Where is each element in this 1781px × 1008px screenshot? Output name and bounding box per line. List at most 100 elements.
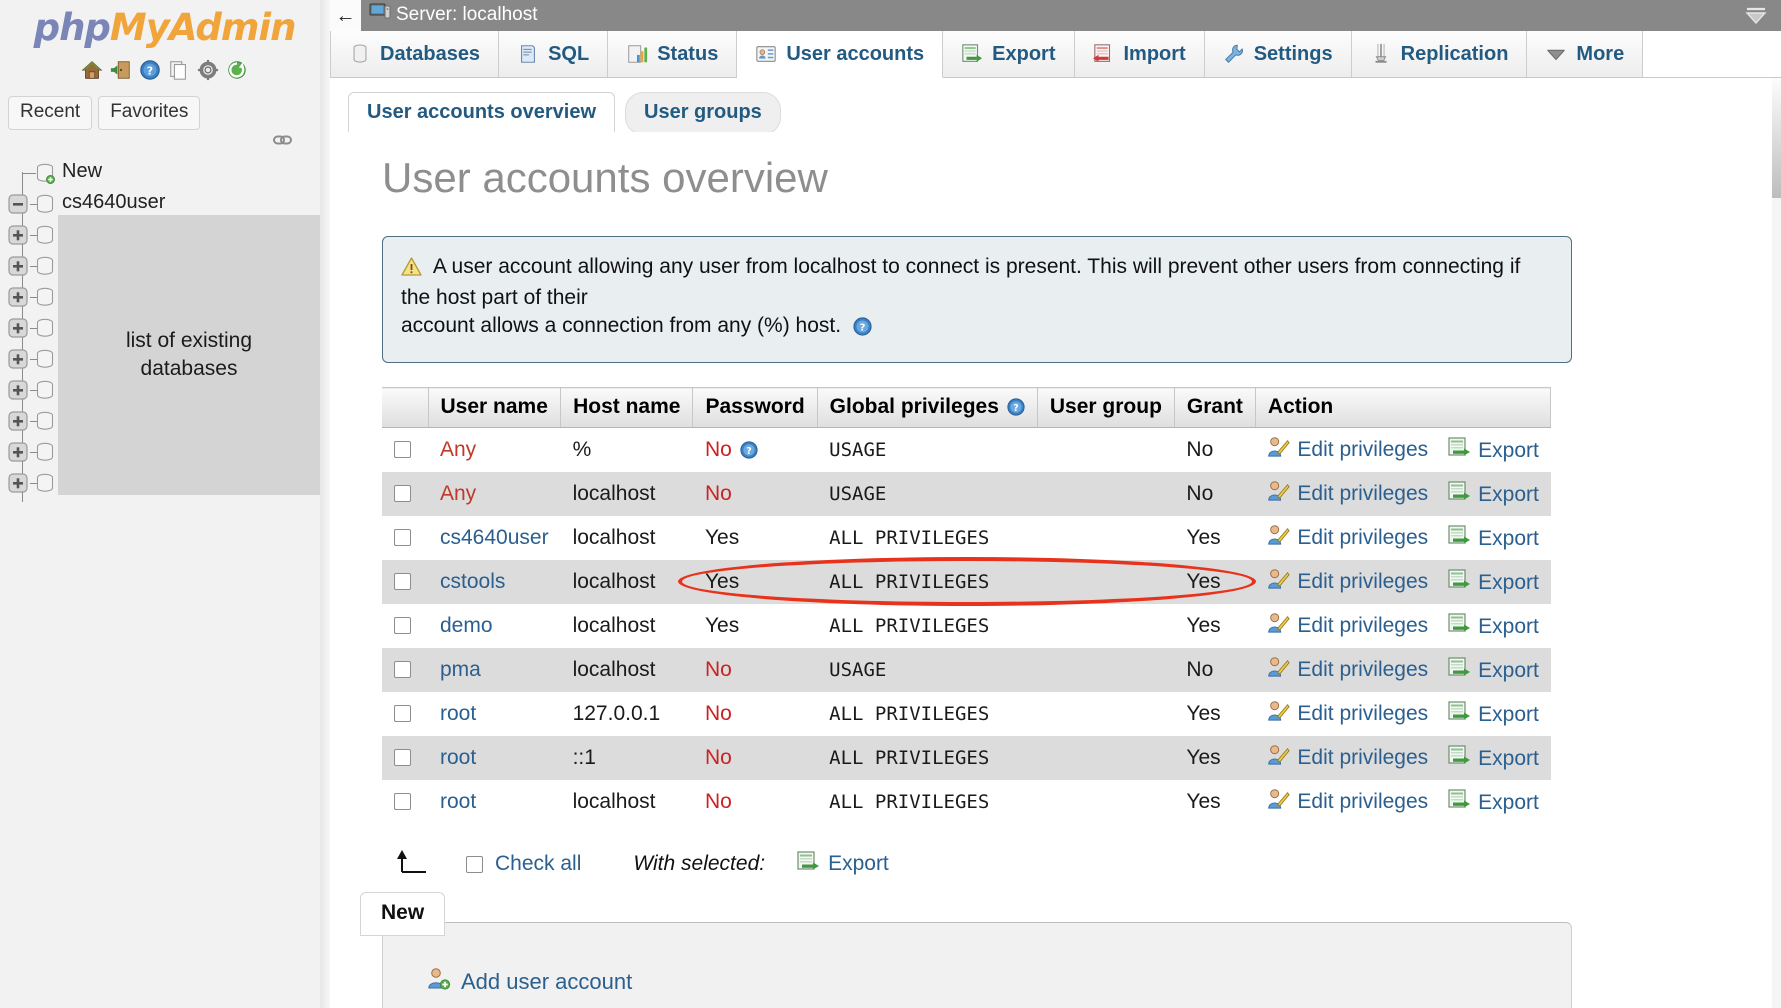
tree-item-new[interactable]: New: [0, 158, 330, 189]
expand-toggle-icon[interactable]: [8, 256, 28, 281]
user-name-link[interactable]: cstools: [440, 570, 505, 593]
row-checkbox[interactable]: [394, 793, 411, 811]
table-row[interactable]: root localhost No ALL PRIVILEGES Yes Edit pri…: [382, 780, 1551, 825]
docs-icon[interactable]: [168, 59, 190, 81]
check-all-checkbox[interactable]: [466, 855, 483, 873]
row-checkbox[interactable]: [394, 749, 411, 767]
tab-user-accounts[interactable]: User accounts: [737, 31, 944, 78]
new-tab-label[interactable]: New: [360, 892, 446, 937]
edit-privileges-link[interactable]: Edit privileges: [1267, 480, 1428, 508]
tab-sql[interactable]: SQL: [499, 31, 609, 77]
table-row[interactable]: pma localhost No USAGE No Edit privileges Expo…: [382, 648, 1551, 693]
table-row[interactable]: Any localhost No USAGE No Edit privileges Expo…: [382, 472, 1551, 517]
row-checkbox[interactable]: [394, 661, 411, 679]
tab-replication[interactable]: Replication: [1351, 31, 1528, 77]
collapse-toggle-icon[interactable]: [8, 194, 28, 219]
help-icon[interactable]: ?: [853, 317, 872, 341]
user-name-link[interactable]: root: [440, 702, 476, 725]
row-checkbox[interactable]: [394, 441, 411, 459]
row-checkbox[interactable]: [394, 529, 411, 547]
expand-toggle-icon[interactable]: [8, 225, 28, 250]
cell-user-name[interactable]: root: [428, 692, 561, 736]
table-row[interactable]: cstools localhost Yes ALL PRIVILEGES Yes Edit…: [382, 560, 1551, 605]
collapse-navigation-icon[interactable]: [1743, 2, 1769, 33]
tab-export[interactable]: Export: [943, 31, 1075, 77]
tab-databases[interactable]: Databases: [330, 31, 500, 77]
tab-more[interactable]: More: [1527, 31, 1644, 77]
edit-privileges-link[interactable]: Edit privileges: [1267, 656, 1428, 684]
row-checkbox[interactable]: [394, 573, 411, 591]
tab-settings[interactable]: Settings: [1204, 31, 1352, 77]
edit-privileges-link[interactable]: Edit privileges: [1267, 568, 1428, 596]
help-icon[interactable]: ?: [732, 438, 758, 461]
sidebar-scrollbar[interactable]: [320, 0, 330, 1008]
page-scrollbar-track[interactable]: [1772, 78, 1781, 1008]
edit-privileges-link[interactable]: Edit privileges: [1267, 700, 1428, 728]
user-name-link[interactable]: pma: [440, 658, 481, 681]
edit-privileges-link[interactable]: Edit privileges: [1267, 524, 1428, 552]
cell-user-name[interactable]: cstools: [428, 560, 561, 604]
table-row[interactable]: root 127.0.0.1 No ALL PRIVILEGES Yes Edit pri…: [382, 692, 1551, 737]
back-button[interactable]: ←: [330, 0, 361, 31]
user-name-link[interactable]: root: [440, 790, 476, 813]
subtab-user-groups[interactable]: User groups: [625, 92, 781, 135]
link-chain-icon[interactable]: [273, 133, 293, 151]
export-row-link[interactable]: Export: [1448, 701, 1539, 728]
row-checkbox[interactable]: [394, 485, 411, 503]
cell-user-name[interactable]: cs4640user: [428, 516, 561, 560]
expand-toggle-icon[interactable]: [8, 411, 28, 436]
user-name-link[interactable]: root: [440, 746, 476, 769]
export-row-link[interactable]: Export: [1448, 613, 1539, 640]
export-selected-button[interactable]: Export: [797, 851, 889, 878]
user-name-link[interactable]: cs4640user: [440, 526, 549, 549]
help-icon[interactable]: ?: [999, 395, 1025, 418]
expand-toggle-icon[interactable]: [8, 380, 28, 405]
export-row-link[interactable]: Export: [1448, 525, 1539, 552]
tab-status[interactable]: Status: [608, 31, 738, 77]
export-row-link[interactable]: Export: [1448, 657, 1539, 684]
expand-toggle-icon[interactable]: [8, 287, 28, 312]
expand-toggle-icon[interactable]: [8, 349, 28, 374]
user-name-link[interactable]: Any: [440, 482, 476, 505]
help-icon[interactable]: ?: [139, 59, 161, 81]
edit-privileges-link[interactable]: Edit privileges: [1267, 612, 1428, 640]
edit-privileges-link[interactable]: Edit privileges: [1267, 744, 1428, 772]
page-scrollbar-thumb[interactable]: [1772, 78, 1781, 198]
reload-icon[interactable]: [226, 59, 248, 81]
subtab-user-accounts-overview[interactable]: User accounts overview: [348, 92, 615, 135]
check-all-label[interactable]: Check all: [495, 852, 581, 876]
cell-user-name[interactable]: root: [428, 736, 561, 780]
select-all-arrow-icon[interactable]: [396, 848, 432, 880]
recent-tab[interactable]: Recent: [8, 96, 93, 130]
edit-privileges-link[interactable]: Edit privileges: [1267, 788, 1428, 816]
export-row-link[interactable]: Export: [1448, 437, 1539, 464]
cell-user-name[interactable]: Any: [428, 428, 561, 473]
export-row-link[interactable]: Export: [1448, 745, 1539, 772]
phpmyadmin-logo[interactable]: phpMyAdmin: [0, 0, 329, 49]
table-row[interactable]: Any% No? USAGE No Edit privileges Export: [382, 427, 1551, 473]
user-name-link[interactable]: demo: [440, 614, 493, 637]
cell-user-name[interactable]: root: [428, 780, 561, 824]
add-user-account-link[interactable]: Add user account: [427, 967, 632, 996]
settings-icon[interactable]: [197, 59, 219, 81]
table-row[interactable]: cs4640user localhost Yes ALL PRIVILEGES Yes E…: [382, 516, 1551, 561]
export-row-link[interactable]: Export: [1448, 789, 1539, 816]
favorites-tab[interactable]: Favorites: [98, 96, 201, 130]
expand-toggle-icon[interactable]: [8, 473, 28, 498]
cell-user-name[interactable]: demo: [428, 604, 561, 648]
tab-import[interactable]: Import: [1074, 31, 1205, 77]
export-row-link[interactable]: Export: [1448, 569, 1539, 596]
edit-privileges-link[interactable]: Edit privileges: [1267, 436, 1428, 464]
home-icon[interactable]: [81, 59, 103, 81]
table-row[interactable]: root::1 No ALL PRIVILEGES Yes Edit privilege…: [382, 736, 1551, 781]
cell-user-name[interactable]: pma: [428, 648, 561, 692]
logout-icon[interactable]: [110, 59, 132, 81]
row-checkbox[interactable]: [394, 705, 411, 723]
table-row[interactable]: demo localhost Yes ALL PRIVILEGES Yes Edit pr…: [382, 604, 1551, 649]
expand-toggle-icon[interactable]: [8, 318, 28, 343]
row-checkbox[interactable]: [394, 617, 411, 635]
user-name-link[interactable]: Any: [440, 438, 476, 461]
cell-user-name[interactable]: Any: [428, 472, 561, 516]
expand-toggle-icon[interactable]: [8, 442, 28, 467]
export-row-link[interactable]: Export: [1448, 481, 1539, 508]
